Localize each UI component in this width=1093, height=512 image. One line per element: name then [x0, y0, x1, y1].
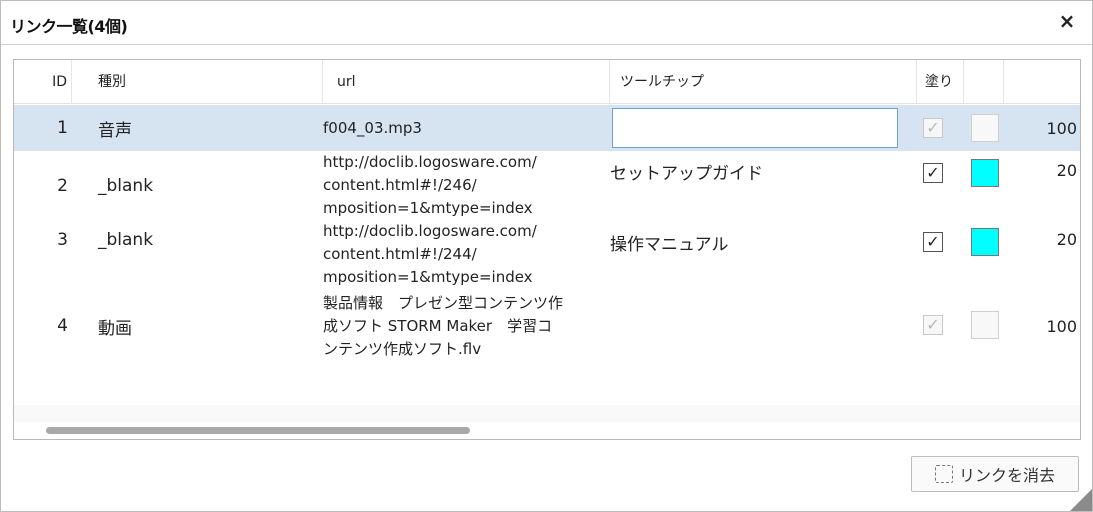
table-header: ID 種別 url ツールチップ 塗り — [14, 60, 1080, 104]
row-url: http://doclib.logosware.com/ content.htm… — [323, 153, 537, 217]
row-value: 100 — [1046, 118, 1077, 138]
fill-color-swatch[interactable] — [971, 159, 999, 187]
horizontal-scrollbar-thumb[interactable] — [46, 427, 470, 434]
column-header-tooltip[interactable]: ツールチップ — [610, 60, 917, 104]
row-url: http://doclib.logosware.com/ content.htm… — [323, 222, 537, 286]
row-kind: 音声 — [98, 120, 132, 141]
clear-selection-icon — [934, 465, 953, 483]
fill-checkbox[interactable]: ✓ — [923, 163, 943, 183]
dialog-titlebar: リンク一覧(4個) × — [1, 1, 1092, 45]
row-kind: _blank — [98, 230, 154, 250]
column-header-url[interactable]: url — [323, 60, 610, 104]
empty-row — [14, 405, 1080, 422]
fill-color-swatch[interactable] — [971, 228, 999, 256]
row-value: 100 — [1046, 316, 1077, 336]
link-table: ID 種別 url ツールチップ 塗り 1 音声 f004_03.mp3 ✓ 1… — [13, 59, 1081, 440]
fill-color-swatch — [971, 114, 999, 142]
row-value: 20 — [1056, 230, 1077, 249]
fill-checkbox[interactable]: ✓ — [923, 232, 943, 252]
fill-checkbox: ✓ — [923, 118, 943, 138]
row-tooltip: 操作マニュアル — [610, 235, 729, 255]
tooltip-input[interactable] — [612, 108, 898, 148]
fill-checkbox: ✓ — [923, 315, 943, 335]
column-header-id[interactable]: ID — [14, 60, 72, 104]
row-tooltip: セットアップガイド — [610, 164, 763, 184]
horizontal-scrollbar[interactable] — [14, 422, 1080, 439]
fill-color-swatch — [971, 311, 999, 339]
row-kind: _blank — [98, 175, 154, 196]
resize-grip-icon[interactable] — [1070, 489, 1092, 511]
column-header-color[interactable] — [964, 60, 1004, 104]
column-header-kind[interactable]: 種別 — [72, 60, 323, 104]
row-id: 1 — [57, 118, 68, 138]
row-kind: 動画 — [98, 318, 132, 339]
clear-links-button[interactable]: リンクを消去 — [911, 456, 1079, 492]
clear-links-button-label: リンクを消去 — [958, 466, 1055, 485]
table-row[interactable]: 2 _blank http://doclib.logosware.com/ co… — [14, 151, 1080, 220]
table-row[interactable]: 4 動画 製品情報 プレゼン型コンテンツ作 成ソフト STORM Maker 学… — [14, 289, 1080, 363]
table-row[interactable]: 3 _blank http://doclib.logosware.com/ co… — [14, 220, 1080, 289]
dialog-title: リンク一覧(4個) — [10, 17, 128, 36]
row-id: 3 — [57, 230, 68, 250]
table-row[interactable]: 1 音声 f004_03.mp3 ✓ 100 — [14, 105, 1080, 151]
column-header-fill[interactable]: 塗り — [917, 60, 964, 104]
row-value: 20 — [1056, 161, 1077, 180]
row-id: 4 — [57, 316, 68, 336]
empty-row — [14, 363, 1080, 405]
row-url: 製品情報 プレゼン型コンテンツ作 成ソフト STORM Maker 学習コ ンテ… — [323, 293, 564, 358]
link-list-dialog: リンク一覧(4個) × ID 種別 url ツールチップ 塗り 1 音声 f00… — [0, 0, 1093, 512]
row-tooltip — [610, 289, 900, 363]
row-id: 2 — [57, 175, 68, 196]
row-url: f004_03.mp3 — [323, 118, 422, 137]
close-icon[interactable]: × — [1056, 10, 1078, 32]
